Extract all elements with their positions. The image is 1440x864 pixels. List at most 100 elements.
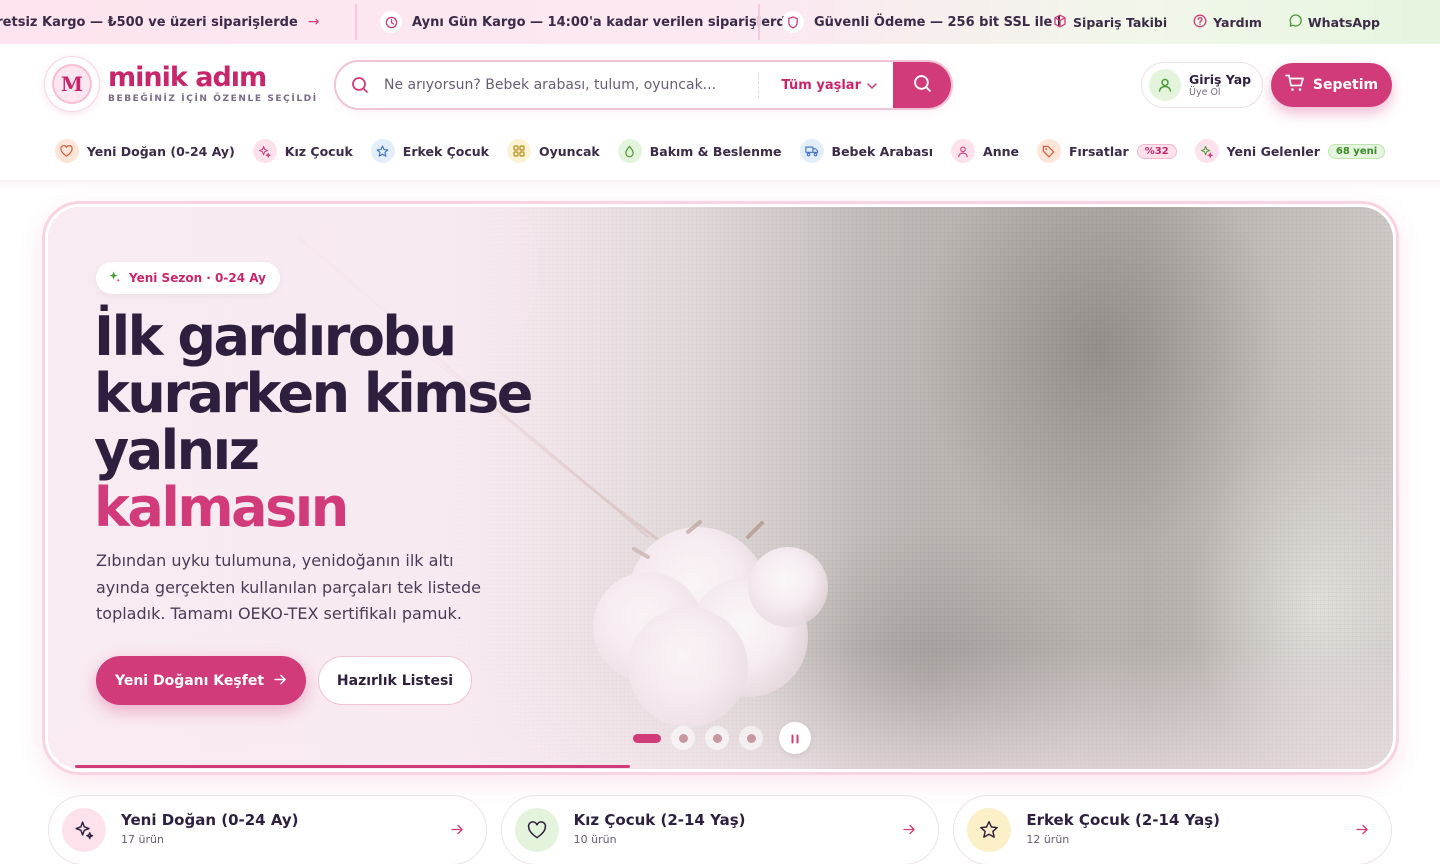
login-text: Giriş Yap Üye Ol bbox=[1189, 72, 1251, 99]
announcement-ticker: Ücretsiz Kargo — ₺500 ve üzeri siparişle… bbox=[0, 0, 1060, 44]
star-icon bbox=[370, 139, 395, 163]
prep-list-label: Hazırlık Listesi bbox=[336, 672, 454, 689]
nav-item-care[interactable]: Bakım & Beslenme bbox=[617, 139, 782, 163]
nav-item-new-arrivals[interactable]: Yeni Gelenler 68 yeni bbox=[1194, 139, 1386, 163]
age-filter-select[interactable]: Tüm yaşlar bbox=[759, 78, 893, 93]
nav-item-mother[interactable]: Anne bbox=[951, 139, 1019, 163]
nav-label-strollers: Bebek Arabası bbox=[831, 143, 934, 159]
ticker-same-day-text: Aynı Gün Kargo — 14:00'a kadar verilen s… bbox=[412, 14, 795, 30]
ticker-secure-payment-text: Güvenli Ödeme — 256 bit SSL ile korunur bbox=[814, 14, 1060, 30]
package-icon bbox=[1053, 14, 1067, 31]
card-count: 12 ürün bbox=[1026, 832, 1070, 846]
season-chip: Yeni Sezon · 0-24 Ay bbox=[96, 262, 280, 294]
stroller-icon bbox=[799, 139, 824, 163]
login-title: Giriş Yap bbox=[1189, 71, 1252, 87]
star-icon bbox=[967, 808, 1012, 852]
register-label: Üye Ol bbox=[1189, 86, 1221, 98]
arrow-right-icon bbox=[903, 820, 916, 839]
slide-progress-bar bbox=[75, 765, 630, 768]
nav-item-newborn[interactable]: Yeni Doğan (0-24 Ay) bbox=[54, 139, 235, 163]
search-button[interactable] bbox=[893, 62, 951, 108]
card-text: Erkek Çocuk (2-14 Yaş) 12 ürün bbox=[1026, 811, 1220, 846]
hero-title-line-2: kurarken kimse bbox=[94, 362, 533, 425]
search-icon bbox=[913, 74, 932, 97]
whatsapp-icon bbox=[1288, 13, 1302, 31]
search-bar: Tüm yaşlar bbox=[334, 60, 953, 110]
nav-label-boys: Erkek Çocuk bbox=[402, 143, 489, 159]
prep-list-button[interactable]: Hazırlık Listesi bbox=[318, 656, 472, 705]
hero-description: Zıbından uyku tulumuna, yenidoğanın ilk … bbox=[96, 551, 482, 623]
deals-badge: %32 bbox=[1136, 143, 1177, 159]
category-nav: Yeni Doğan (0-24 Ay) Kız Çocuk Erkek Çoc… bbox=[0, 132, 1440, 170]
card-text: Yeni Doğan (0-24 Ay) 17 ürün bbox=[121, 811, 299, 846]
nav-label-mother: Anne bbox=[983, 143, 1019, 159]
whatsapp-label: WhatsApp bbox=[1307, 14, 1380, 30]
nav-item-deals[interactable]: Fırsatlar %32 bbox=[1036, 139, 1177, 163]
nav-item-strollers[interactable]: Bebek Arabası bbox=[799, 139, 934, 163]
sparkle-icon bbox=[62, 808, 106, 852]
logo-letter: M bbox=[52, 64, 92, 104]
explore-newborn-button[interactable]: Yeni Doğanı Keşfet bbox=[96, 656, 306, 705]
chevron-down-icon bbox=[867, 78, 877, 93]
hero-title-line-1: İlk gardırobu bbox=[94, 305, 457, 368]
nav-item-toys[interactable]: Oyuncak bbox=[507, 139, 600, 163]
ticker-item-free-shipping[interactable]: Ücretsiz Kargo — ₺500 ve üzeri siparişle… bbox=[0, 0, 320, 44]
order-tracking-link[interactable]: Sipariş Takibi bbox=[1053, 14, 1167, 31]
site-logo[interactable]: M minik adım BEBEĞİNİZ İÇİN ÖZENLE SEÇİL… bbox=[44, 56, 318, 112]
card-title: Yeni Doğan (0-24 Ay) bbox=[121, 810, 299, 829]
nav-label-deals: Fırsatlar bbox=[1068, 143, 1129, 159]
sparkle-icon bbox=[108, 270, 121, 286]
search-input[interactable] bbox=[384, 77, 759, 93]
top-links: Sipariş Takibi Yardım WhatsApp bbox=[1053, 0, 1380, 44]
arrow-right-icon: → bbox=[307, 14, 320, 30]
ticker-divider bbox=[758, 4, 760, 40]
hero-title-line-3: yalnız bbox=[94, 419, 260, 482]
order-tracking-label: Sipariş Takibi bbox=[1073, 14, 1168, 30]
ticker-item-same-day[interactable]: Aynı Gün Kargo — 14:00'a kadar verilen s… bbox=[380, 0, 795, 44]
arrow-right-icon bbox=[451, 820, 464, 839]
whatsapp-link[interactable]: WhatsApp bbox=[1288, 13, 1380, 31]
ticker-item-secure-payment[interactable]: Güvenli Ödeme — 256 bit SSL ile korunur bbox=[782, 0, 1060, 44]
pause-icon bbox=[791, 729, 799, 748]
season-chip-label: Yeni Sezon · 0-24 Ay bbox=[129, 271, 266, 285]
logo-name: minik adım bbox=[108, 62, 267, 93]
grid-icon bbox=[507, 139, 531, 163]
hero-title-accent: kalmasın bbox=[94, 476, 349, 539]
help-icon bbox=[1193, 14, 1207, 31]
nav-item-girls[interactable]: Kız Çocuk bbox=[252, 139, 353, 163]
age-filter-label: Tüm yaşlar bbox=[781, 77, 861, 93]
search-icon bbox=[336, 76, 384, 94]
nav-item-boys[interactable]: Erkek Çocuk bbox=[370, 139, 489, 163]
login-button[interactable]: Giriş Yap Üye Ol bbox=[1141, 62, 1263, 108]
nav-label-care: Bakım & Beslenme bbox=[649, 143, 782, 159]
help-label: Yardım bbox=[1213, 14, 1262, 30]
tag-icon bbox=[1036, 139, 1061, 163]
help-link[interactable]: Yardım bbox=[1193, 14, 1262, 31]
nav-label-new-arrivals: Yeni Gelenler bbox=[1226, 143, 1320, 159]
arrow-right-icon bbox=[274, 673, 287, 689]
carousel-dot-4[interactable] bbox=[739, 726, 763, 750]
card-count: 17 ürün bbox=[121, 832, 164, 846]
sparkle-icon bbox=[1194, 139, 1219, 163]
user-icon bbox=[951, 139, 976, 163]
nav-label-newborn: Yeni Doğan (0-24 Ay) bbox=[86, 143, 235, 159]
shield-icon bbox=[782, 11, 804, 33]
user-icon bbox=[1149, 69, 1181, 101]
cart-label: Sepetim bbox=[1312, 77, 1379, 93]
ticker-divider bbox=[355, 4, 357, 40]
category-card-newborn[interactable]: Yeni Doğan (0-24 Ay) 17 ürün bbox=[48, 795, 487, 864]
new-arrivals-badge: 68 yeni bbox=[1327, 143, 1386, 159]
category-card-boys[interactable]: Erkek Çocuk (2-14 Yaş) 12 ürün bbox=[953, 795, 1393, 864]
carousel-dot-2[interactable] bbox=[671, 726, 695, 750]
heart-icon bbox=[54, 139, 79, 163]
carousel-dot-3[interactable] bbox=[705, 726, 729, 750]
nav-label-girls: Kız Çocuk bbox=[284, 143, 353, 159]
nav-divider bbox=[0, 180, 1440, 190]
cart-button[interactable]: Sepetim bbox=[1271, 63, 1392, 107]
card-text: Kız Çocuk (2-14 Yaş) 10 ürün bbox=[574, 811, 746, 846]
category-card-girls[interactable]: Kız Çocuk (2-14 Yaş) 10 ürün bbox=[500, 795, 940, 864]
cart-icon bbox=[1285, 74, 1305, 96]
carousel-dot-1[interactable] bbox=[633, 733, 661, 743]
carousel-pause-button[interactable] bbox=[779, 722, 811, 754]
card-count: 10 ürün bbox=[573, 832, 617, 846]
